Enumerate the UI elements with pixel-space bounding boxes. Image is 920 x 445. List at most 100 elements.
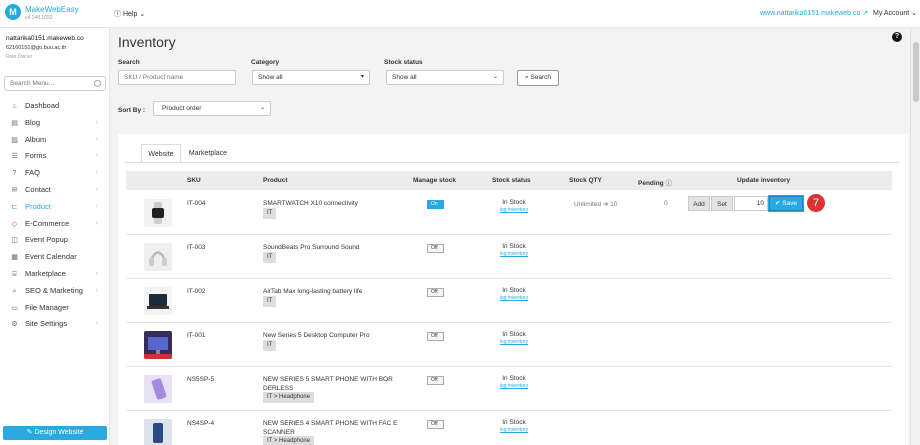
tab-website[interactable]: Website — [141, 144, 181, 163]
document-icon: ▤ — [11, 119, 18, 127]
faq-icon: ? — [12, 170, 17, 178]
product-sku: IT-002 — [187, 288, 206, 295]
sidebar-item-site-settings[interactable]: ⚙ Site Settings › — [0, 316, 110, 333]
sidebar-item-event-calendar[interactable]: ▦ Event Calendar — [0, 249, 110, 266]
sidebar-item-label: Forms — [25, 151, 47, 161]
image-icon: ▨ — [11, 136, 18, 144]
chevron-right-icon: › — [95, 320, 98, 328]
smartwatch-image[interactable] — [144, 199, 172, 227]
search-icon: ⌕ — [524, 74, 529, 81]
manage-stock-toggle[interactable]: Off — [427, 332, 444, 341]
save-button[interactable]: ✔ Save — [768, 195, 804, 212]
desktop-image[interactable] — [144, 331, 172, 359]
manage-stock-toggle[interactable]: On — [427, 200, 444, 209]
phone-dark-image[interactable] — [144, 419, 172, 445]
sidebar-item-seo-marketing[interactable]: ⌕ SEO & Marketing › — [0, 283, 110, 300]
manage-stock-toggle[interactable]: Off — [427, 376, 444, 385]
user-email: 62160151@go.buu.ac.th — [6, 45, 67, 51]
chevron-down-icon: ▾ — [360, 74, 364, 80]
sidebar-item-label: Blog — [25, 117, 41, 127]
chevron-down-icon: ⌄ — [139, 11, 146, 18]
product-name[interactable]: NEW SERIES 4 SMART PHONE WITH FAC E SCAN… — [263, 420, 398, 437]
set-button[interactable]: Set — [711, 196, 733, 211]
makewebeasy-logo[interactable]: M — [5, 4, 21, 20]
sidebar-item-e-commerce[interactable]: ◇ E-Commerce › — [0, 216, 110, 233]
sidebar-item-file-manager[interactable]: ▭ File Manager — [0, 300, 110, 317]
stock-status: In Stock — [502, 287, 526, 294]
sidebar-item-dashboad[interactable]: ⌂ Dashboad — [0, 98, 110, 115]
brand-version: v4.148.1652 — [25, 15, 53, 21]
log-inventory-link[interactable]: log inventory — [494, 339, 534, 345]
design-website-label: Design Website — [34, 429, 84, 436]
column-manage-stock: Manage stock — [413, 177, 456, 184]
product-name[interactable]: NEW SERIES 5 SMART PHONE WITH BOR DERLES… — [263, 376, 398, 393]
help-menu[interactable]: ⓘ Help ⌄ — [114, 9, 145, 19]
save-label: Save — [782, 200, 798, 207]
page-scrollbar[interactable] — [910, 28, 920, 445]
sku-search-input[interactable] — [118, 70, 236, 85]
info-icon: ⓘ — [665, 180, 672, 187]
sidebar-item-blog[interactable]: ▤ Blog › — [0, 115, 110, 132]
product-sku: IT-003 — [187, 244, 206, 251]
stock-status: In Stock — [502, 199, 526, 206]
add-button[interactable]: Add — [688, 196, 710, 211]
stock-status-label: Stock status — [384, 59, 423, 66]
sidebar-item-marketplace[interactable]: ⌸ Marketplace › — [0, 266, 110, 283]
phone-image[interactable] — [144, 375, 172, 403]
sidebar-item-event-popup[interactable]: ◫ Event Popup — [0, 232, 110, 249]
headphone-image[interactable] — [144, 243, 172, 271]
chevron-down-icon: ⌄ — [259, 105, 265, 111]
form-icon: ☰ — [11, 153, 18, 161]
table-row: NS5SP-5 NEW SERIES 5 SMART PHONE WITH BOR… — [126, 367, 892, 411]
tablet-image[interactable] — [144, 287, 172, 315]
scrollbar-thumb[interactable] — [913, 42, 919, 102]
log-inventory-link[interactable]: log inventory — [494, 295, 534, 301]
search-label: Search — [118, 59, 140, 66]
my-account-menu[interactable]: My Account ⌄ — [873, 9, 917, 17]
page-title: Inventory — [118, 34, 176, 50]
search-menu-input[interactable] — [4, 76, 106, 91]
sidebar-item-label: Event Calendar — [25, 252, 77, 262]
manage-stock-toggle[interactable]: Off — [427, 244, 444, 253]
search-button[interactable]: ⌕ Search — [517, 70, 559, 86]
stock-status: In Stock — [502, 419, 526, 426]
product-name[interactable]: SoundBeats Pro Surround Sound — [263, 244, 398, 253]
sidebar-menu: ⌂ Dashboad ▤ Blog › ▨ Album › ☰ Forms ›? FAQ › ✉ Conta… — [0, 98, 110, 333]
sidebar-item-label: E-Commerce — [25, 218, 70, 228]
sidebar-item-label: SEO & Marketing — [25, 285, 83, 295]
stock-status-select[interactable]: Show all ⌄ — [386, 70, 504, 85]
brand-name: MakeWebEasy — [25, 5, 79, 14]
stock-status: In Stock — [502, 243, 526, 250]
sidebar-item-contact[interactable]: ✉ Contact › — [0, 182, 110, 199]
design-website-button[interactable]: ✎ Design Website — [3, 426, 107, 440]
column-update-inventory: Update inventory — [737, 177, 791, 184]
manage-stock-toggle[interactable]: Off — [427, 288, 444, 297]
category-tag: IT — [263, 252, 277, 263]
sidebar-item-label: Dashboad — [25, 101, 60, 110]
log-inventory-link[interactable]: log inventory — [494, 427, 534, 433]
log-inventory-link[interactable]: log inventory — [494, 207, 534, 213]
product-sku: IT-004 — [187, 200, 206, 207]
manage-stock-toggle[interactable]: Off — [427, 420, 444, 429]
search-button-label: Search — [530, 74, 552, 81]
product-name[interactable]: SMARTWATCH X10 connectivity — [263, 200, 398, 209]
tab-marketplace[interactable]: Marketplace — [184, 144, 232, 163]
sidebar-item-forms[interactable]: ☰ Forms › — [0, 148, 110, 165]
column-product: Product — [263, 177, 288, 184]
question-icon[interactable]: ? — [892, 32, 902, 42]
table-row: IT-002 AirTab Max long-lasting battery li… — [126, 279, 892, 323]
log-inventory-link[interactable]: log inventory — [494, 251, 534, 257]
quantity-input[interactable]: 10 — [734, 196, 768, 211]
log-inventory-link[interactable]: log inventory — [494, 383, 534, 389]
table-row: IT-003 SoundBeats Pro Surround Sound IT Off… — [126, 235, 892, 279]
product-name[interactable]: AirTab Max long-lasting battery life — [263, 288, 398, 297]
category-select[interactable]: Show all ▾ — [252, 70, 370, 85]
site-link[interactable]: www.nattarika0151.makeweb.co ↗ — [760, 9, 868, 17]
sidebar-item-label: Site Settings — [25, 319, 68, 329]
sort-by-select[interactable]: Product order ⌄ — [153, 101, 271, 116]
product-name[interactable]: New Series 5 Desktop Computer Pro — [263, 332, 398, 341]
sidebar-item-product[interactable]: ⊏ Product › — [0, 199, 110, 216]
sidebar-item-album[interactable]: ▨ Album › — [0, 132, 110, 149]
sidebar-item-label: Album — [25, 134, 47, 144]
sidebar-item-faq[interactable]: ? FAQ › — [0, 165, 110, 182]
